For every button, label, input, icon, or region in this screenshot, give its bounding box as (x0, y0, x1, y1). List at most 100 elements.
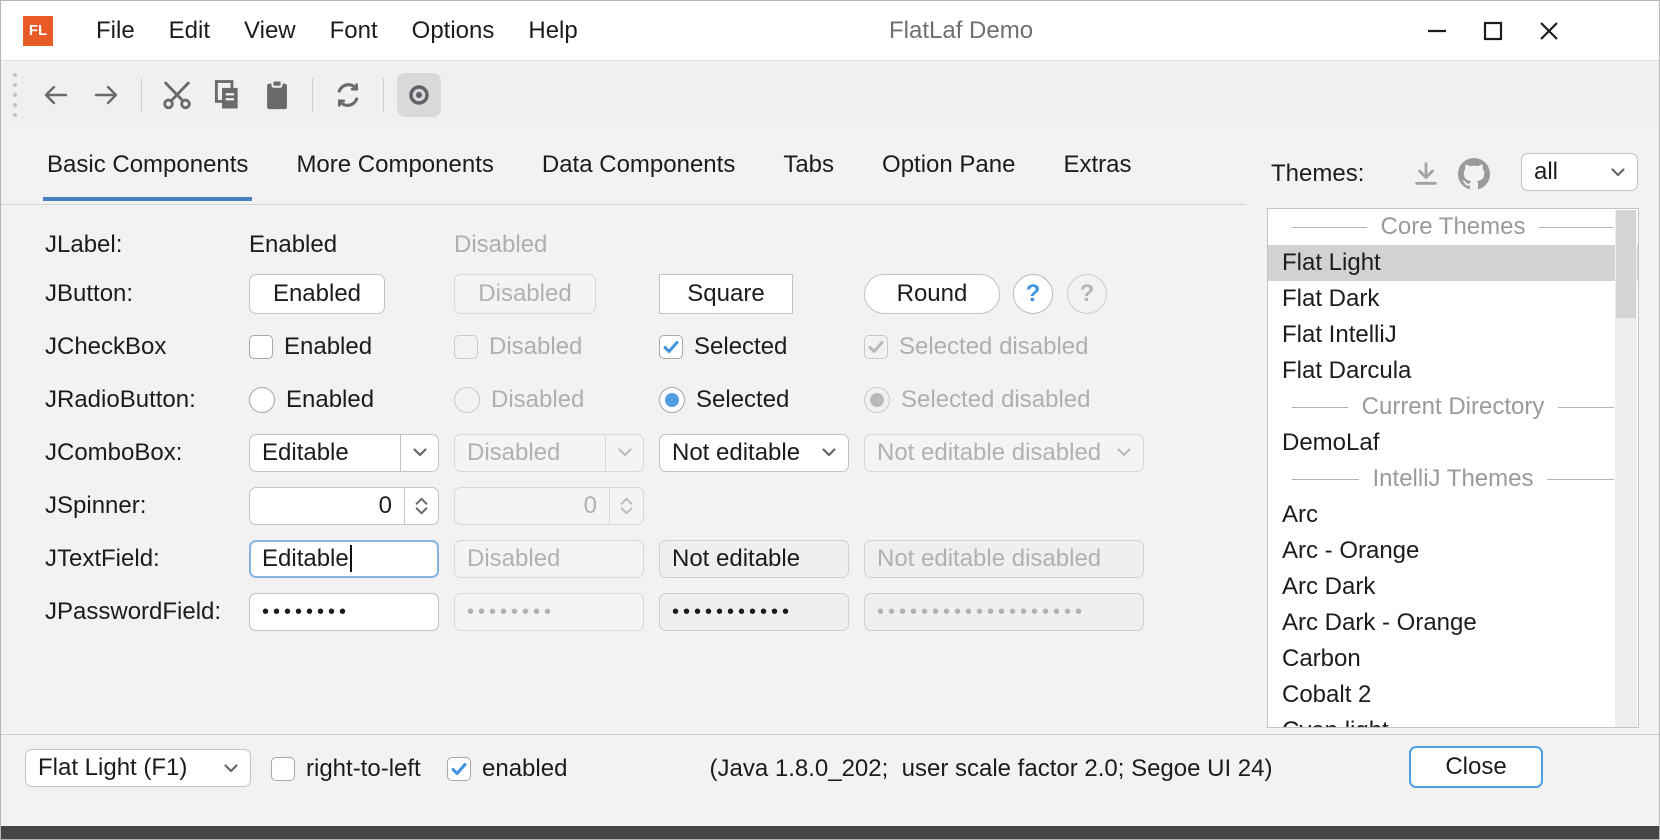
minimize-icon (1422, 16, 1452, 46)
menu-help[interactable]: Help (511, 1, 594, 60)
password-dots: •••••••• (262, 593, 350, 631)
password-dots: ••••••••••• (672, 593, 793, 631)
tab-extras[interactable]: Extras (1061, 151, 1133, 201)
github-link-button[interactable] (1457, 157, 1491, 191)
radio-enabled[interactable]: Enabled (249, 373, 374, 426)
passwordfield-disabled: •••••••• (454, 593, 644, 631)
theme-item-demolaf[interactable]: DemoLaf (1268, 425, 1638, 461)
password-dots: •••••••• (467, 593, 555, 631)
themes-filter-combobox[interactable]: all (1521, 153, 1638, 191)
square-button[interactable]: Square (659, 274, 793, 314)
checkbox-label: Disabled (489, 333, 582, 361)
close-window-button[interactable] (1521, 1, 1577, 61)
theme-item-arc-dark[interactable]: Arc Dark (1268, 569, 1638, 605)
checkbox-enabled[interactable]: Enabled (249, 320, 372, 373)
themes-list-separator: Current Directory (1268, 389, 1638, 425)
enabled-checkbox[interactable]: enabled (447, 749, 567, 789)
theme-item-arc-orange[interactable]: Arc - Orange (1268, 533, 1638, 569)
combobox-editable[interactable]: Editable (249, 434, 439, 472)
help-button[interactable]: ? (1013, 274, 1053, 314)
combobox-value: Not editable (660, 439, 810, 467)
jradiobutton-row-label: JRadioButton: (45, 373, 196, 426)
themes-scrollbar[interactable] (1615, 210, 1637, 728)
spinner-enabled[interactable]: 0 (249, 487, 439, 525)
theme-item-flat-darcula[interactable]: Flat Darcula (1268, 353, 1638, 389)
scrollbar-thumb[interactable] (1616, 210, 1636, 318)
toolbar-grip[interactable] (13, 73, 17, 117)
menu-font[interactable]: Font (313, 1, 395, 60)
theme-item-arc[interactable]: Arc (1268, 497, 1638, 533)
tabbed-pane: Basic Components More Components Data Co… (45, 151, 1133, 201)
round-button[interactable]: Round (864, 274, 1000, 314)
lookandfeel-value: Flat Light (F1) (26, 754, 212, 782)
checkbox-selected[interactable]: Selected (659, 320, 787, 373)
app-logo-icon: FL (23, 16, 53, 46)
copy-button[interactable] (205, 73, 249, 117)
toolbar-separator (141, 78, 142, 112)
minimize-button[interactable] (1409, 1, 1465, 61)
theme-item-flat-intellij[interactable]: Flat IntelliJ (1268, 317, 1638, 353)
chevron-up-icon (620, 497, 633, 505)
jbutton-row: JButton: Enabled Disabled Square Round ?… (1, 267, 1246, 320)
show-hover-toggle-button[interactable] (397, 73, 441, 117)
tab-data-components[interactable]: Data Components (540, 151, 737, 201)
menu-view[interactable]: View (227, 1, 313, 60)
jcombobox-row-label: JComboBox: (45, 426, 182, 479)
theme-item-flat-dark[interactable]: Flat Dark (1268, 281, 1638, 317)
combobox-not-editable[interactable]: Not editable (659, 434, 849, 472)
toolbar (1, 62, 1659, 128)
bottombar: Flat Light (F1) right-to-left enabled (J… (1, 735, 1659, 828)
titlebar: FL File Edit View Font Options Help Flat… (1, 1, 1659, 61)
tab-more-components[interactable]: More Components (294, 151, 495, 201)
radio-selected[interactable]: Selected (659, 373, 789, 426)
menu-file[interactable]: File (79, 1, 152, 60)
combobox-value: Disabled (455, 439, 605, 467)
radio-label: Selected disabled (901, 386, 1090, 414)
checkbox-icon (454, 335, 478, 359)
forward-button[interactable] (84, 73, 128, 117)
cut-button[interactable] (155, 73, 199, 117)
textfield-editable[interactable]: Editable (249, 540, 439, 578)
right-to-left-checkbox[interactable]: right-to-left (271, 749, 421, 789)
download-themes-button[interactable] (1409, 157, 1443, 191)
back-button[interactable] (34, 73, 78, 117)
spinner-value[interactable]: 0 (250, 488, 404, 524)
download-icon (1412, 160, 1440, 188)
jlabel-row: JLabel: Enabled Disabled (1, 218, 1246, 271)
app-window: FL File Edit View Font Options Help Flat… (0, 0, 1660, 840)
menu-edit[interactable]: Edit (152, 1, 227, 60)
jlabel-disabled: Disabled (454, 218, 547, 271)
checkbox-checked-icon (864, 335, 888, 359)
chevron-down-icon (1599, 154, 1637, 190)
lookandfeel-combobox[interactable]: Flat Light (F1) (25, 749, 251, 787)
textfield-disabled: Disabled (454, 540, 644, 578)
textfield-value: Not editable disabled (877, 545, 1101, 573)
toolbar-separator (312, 78, 313, 112)
enabled-button[interactable]: Enabled (249, 274, 385, 314)
checkbox-icon (249, 335, 273, 359)
chevron-up-icon[interactable] (415, 497, 428, 505)
passwordfield-editable[interactable]: •••••••• (249, 593, 439, 631)
paste-button[interactable] (255, 73, 299, 117)
tab-tabs[interactable]: Tabs (781, 151, 836, 201)
theme-item-cyan-light[interactable]: Cyan light (1268, 713, 1638, 728)
chevron-down-icon[interactable] (415, 507, 428, 515)
enabled-label: enabled (482, 755, 567, 783)
theme-item-carbon[interactable]: Carbon (1268, 641, 1638, 677)
combobox-value[interactable]: Editable (250, 439, 400, 467)
tab-option-pane[interactable]: Option Pane (880, 151, 1017, 201)
theme-item-flat-light[interactable]: Flat Light (1268, 245, 1638, 281)
menu-options[interactable]: Options (395, 1, 512, 60)
maximize-button[interactable] (1465, 1, 1521, 61)
chevron-down-icon[interactable] (400, 435, 438, 471)
theme-item-cobalt-2[interactable]: Cobalt 2 (1268, 677, 1638, 713)
paste-icon (260, 78, 294, 112)
spinner-buttons[interactable] (404, 488, 438, 524)
close-button[interactable]: Close (1409, 746, 1543, 788)
refresh-button[interactable] (326, 73, 370, 117)
radio-disabled: Disabled (454, 373, 584, 426)
tab-basic-components[interactable]: Basic Components (45, 151, 250, 201)
combobox-disabled: Disabled (454, 434, 644, 472)
jtextfield-row-label: JTextField: (45, 532, 160, 585)
theme-item-arc-dark-orange[interactable]: Arc Dark - Orange (1268, 605, 1638, 641)
